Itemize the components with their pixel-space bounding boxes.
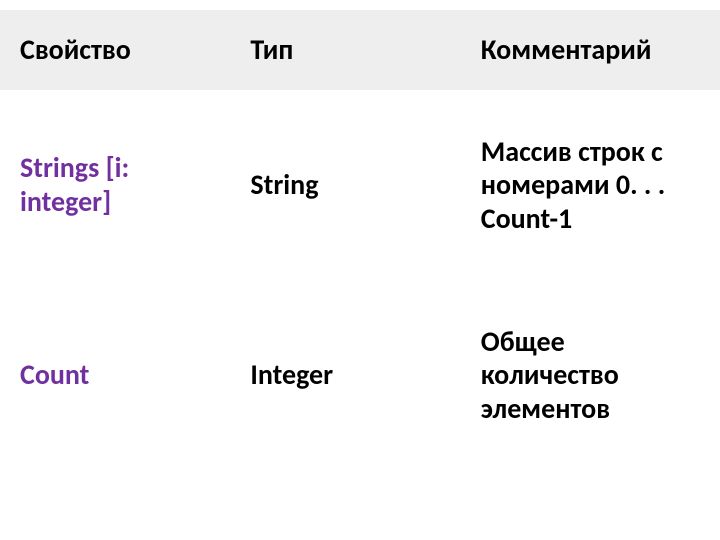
table-row: Strings [i: integer] String Массив строк… [0,90,720,280]
table-row: Count Integer Общее количество элементов [0,280,720,470]
cell-type: String [230,90,460,280]
header-property: Свойство [0,10,230,90]
table-header: Свойство Тип Комментарий [0,10,720,90]
cell-property: Strings [i: integer] [0,90,230,280]
properties-table: Свойство Тип Комментарий Strings [i: int… [0,10,720,470]
table-body: Strings [i: integer] String Массив строк… [0,90,720,470]
cell-comment: Общее количество элементов [461,280,720,470]
header-type: Тип [230,10,460,90]
slide: Свойство Тип Комментарий Strings [i: int… [0,0,720,540]
cell-type: Integer [230,280,460,470]
cell-property: Count [0,280,230,470]
cell-comment: Массив строк с номерами 0. . . Count-1 [461,90,720,280]
table-header-row: Свойство Тип Комментарий [0,10,720,90]
header-comment: Комментарий [461,10,720,90]
